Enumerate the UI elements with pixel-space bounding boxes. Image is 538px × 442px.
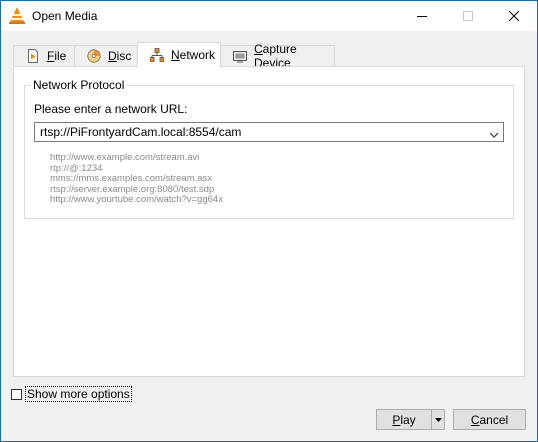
- group-title: Network Protocol: [31, 78, 127, 92]
- file-icon: [26, 49, 40, 63]
- cancel-button-label: Cancel: [470, 412, 509, 427]
- minimize-icon: [417, 16, 427, 17]
- maximize-icon: [463, 11, 473, 21]
- example-url: http://www.yourtube.com/watch?v=gg64x: [50, 194, 223, 205]
- close-button[interactable]: [491, 1, 537, 31]
- open-media-window: Open Media File Disc Network Capture Dev…: [0, 0, 538, 442]
- url-prompt-label: Please enter a network URL:: [34, 102, 188, 116]
- chevron-down-icon[interactable]: [489, 128, 499, 142]
- network-url-value[interactable]: rtsp://PiFrontyardCam.local:8554/cam: [40, 125, 241, 139]
- show-more-options-checkbox[interactable]: [11, 388, 22, 400]
- disc-icon: [87, 49, 101, 63]
- tab-file[interactable]: File: [13, 45, 75, 66]
- tab-disc-label: Disc: [108, 49, 132, 63]
- network-tab-panel: Network Protocol Please enter a network …: [13, 66, 525, 377]
- tab-network[interactable]: Network: [137, 42, 221, 67]
- example-url: http://www.example.com/stream.avi: [50, 152, 200, 163]
- close-icon: [509, 11, 519, 21]
- network-protocol-group: Network Protocol Please enter a network …: [24, 78, 514, 219]
- vlc-cone-icon: [9, 7, 25, 24]
- play-button-label: Play: [392, 412, 416, 427]
- tab-file-label: File: [47, 49, 67, 63]
- tab-capture-device[interactable]: Capture Device: [220, 42, 335, 70]
- minimize-button[interactable]: [399, 1, 445, 31]
- window-title: Open Media: [32, 9, 98, 23]
- tab-bar: File Disc Network Capture Device: [13, 42, 525, 70]
- play-dropdown-button[interactable]: [431, 409, 445, 430]
- caret-down-icon: [434, 417, 442, 422]
- title-bar[interactable]: Open Media: [1, 1, 537, 31]
- network-url-combobox[interactable]: rtsp://PiFrontyardCam.local:8554/cam: [34, 122, 504, 142]
- example-url: mms://mms.examples.com/stream.asx: [50, 173, 213, 184]
- network-icon: [149, 48, 165, 62]
- tab-disc[interactable]: Disc: [74, 45, 138, 66]
- cancel-button[interactable]: Cancel: [453, 409, 526, 430]
- tab-network-label: Network: [171, 48, 216, 62]
- show-more-options-toggle[interactable]: Show more options: [11, 386, 132, 402]
- play-button[interactable]: Play: [376, 409, 432, 430]
- url-examples: http://www.example.com/stream.avi rtp://…: [50, 152, 223, 206]
- maximize-button[interactable]: [445, 1, 491, 31]
- capture-device-icon: [233, 49, 247, 63]
- show-more-options-label[interactable]: Show more options: [25, 386, 132, 402]
